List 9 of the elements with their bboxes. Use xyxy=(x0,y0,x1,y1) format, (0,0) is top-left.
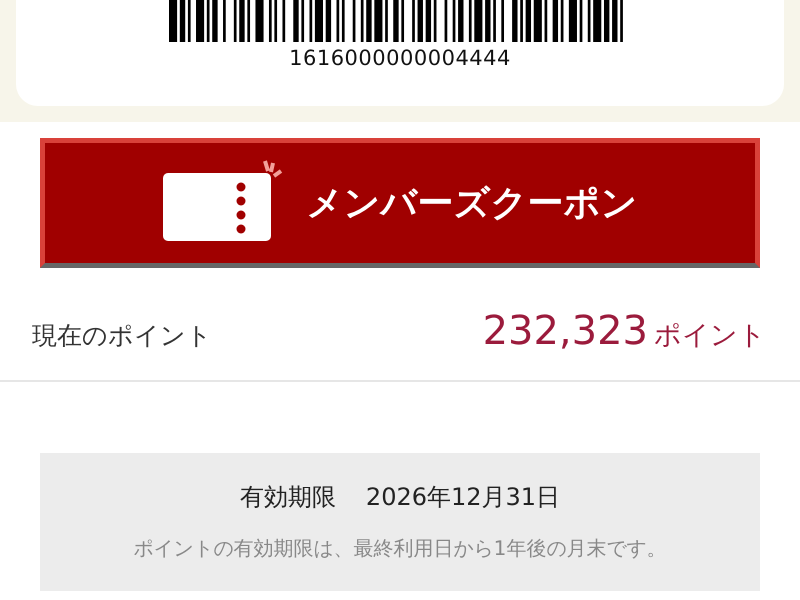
points-value: 232,323 xyxy=(482,308,648,354)
expiry-label: 有効期限 xyxy=(240,482,336,513)
expiry-note: ポイントの有効期限は、最終利用日から1年後の月末です。 xyxy=(134,535,666,562)
points-unit: ポイント xyxy=(654,319,766,353)
coupon-icon xyxy=(162,159,284,243)
points-label: 現在のポイント xyxy=(32,320,213,352)
coupon-button[interactable]: メンバーズクーポン xyxy=(40,138,760,268)
barcode-number: 1616000000004444 xyxy=(289,46,511,70)
expiry-date: 2026年12月31日 xyxy=(366,482,560,513)
